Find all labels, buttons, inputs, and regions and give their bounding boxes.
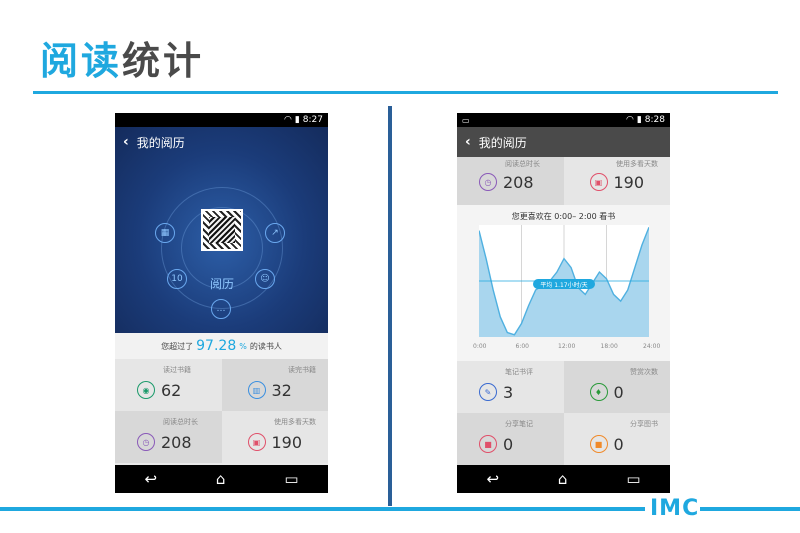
signal-icon: ▮ (636, 115, 642, 125)
stat-days-used[interactable]: 使用多看天数 ▣ 190 (563, 157, 670, 205)
stat-reading-time[interactable]: 阅读总时长 ◷ 208 (115, 411, 222, 463)
eye-icon: ◉ (137, 381, 155, 399)
app-bar: ‹ 我的阅历 (115, 127, 328, 157)
status-time: 8:27 (302, 115, 323, 125)
share-book-icon: ■ (589, 435, 608, 453)
stat-likes[interactable]: 赞赏次数 ♦ 0 (563, 361, 670, 413)
stat-share-notes[interactable]: 分享笔记 ■ 0 (457, 413, 564, 465)
android-nav-bar: ↩ ⌂ ▭ (457, 465, 670, 493)
phone-screenshot-right: ▭ ◠ ▮ 8:28 ‹ 我的阅历 阅读总时长 ◷ 208 使用多看天数 ▣ 1… (457, 113, 670, 493)
back-icon[interactable]: ‹ (123, 134, 129, 150)
vertical-divider (388, 106, 392, 506)
phone-screenshot-left: ◠ ▮ 8:27 ‹ 我的阅历 阅历 ▦ ↗ 10 ☺ … 您超过了 97.28… (115, 113, 328, 493)
stat-label: 赞赏次数 (630, 368, 658, 376)
status-bar: ▭ ◠ ▮ 8:28 (457, 113, 670, 127)
android-nav-bar: ↩ ⌂ ▭ (115, 465, 328, 493)
percent-prefix: 您超过了 (161, 341, 194, 351)
stat-share-books[interactable]: 分享图书 ■ 0 (563, 413, 670, 465)
wifi-icon: ◠ (283, 115, 292, 125)
x-tick-label: 0:00 (473, 343, 487, 350)
stat-label: 笔记书评 (505, 368, 533, 376)
signal-icon: ▮ (294, 115, 300, 125)
footer-rule-left (0, 507, 645, 511)
slide-title-rest: 统计 (122, 39, 205, 83)
stat-label: 读完书籍 (288, 366, 316, 374)
stat-value: 0 (503, 435, 514, 454)
app-bar-title: 我的阅历 (136, 135, 185, 150)
stat-value: 0 (613, 435, 624, 454)
percent-unit: % (239, 341, 247, 351)
stat-value: 32 (271, 381, 292, 400)
stats-grid: 读过书籍 ◉ 62 读完书籍 ▥ 32 阅读总时长 ◷ 208 使用多看天数 ▣… (115, 359, 328, 463)
stat-value: 3 (503, 383, 514, 402)
nav-recents-icon[interactable]: ▭ (284, 470, 298, 488)
back-icon[interactable]: ‹ (465, 134, 471, 150)
slide-title-highlight: 阅读 (40, 39, 123, 83)
clock-icon: ◷ (137, 433, 155, 451)
stat-books-read[interactable]: 读过书籍 ◉ 62 (115, 359, 222, 411)
number-orb-icon[interactable]: 10 (167, 269, 187, 289)
stat-value: 208 (161, 433, 192, 452)
chart-highlight-pill: 平均 1.17小时/天 (533, 279, 595, 289)
stat-label: 分享笔记 (505, 420, 533, 428)
wifi-icon: ◠ (625, 115, 634, 125)
stat-value: 0 (613, 383, 624, 402)
status-time: 8:28 (644, 115, 665, 125)
stat-value: 190 (613, 173, 645, 192)
share-note-icon: ■ (479, 435, 497, 453)
x-tick-label: 12:00 (558, 343, 576, 350)
stat-label: 阅读总时长 (505, 160, 540, 168)
nav-recents-icon[interactable]: ▭ (626, 470, 640, 488)
chart-caption: 您更喜欢在 0:00– 2:00 看书 (511, 212, 616, 221)
notification-icon: ▭ (462, 115, 470, 125)
x-tick-label: 6:00 (515, 343, 529, 350)
stat-notes[interactable]: 笔记书评 ✎ 3 (457, 361, 564, 413)
footer-rule-right (700, 507, 800, 511)
slide-title: 阅读统计 (40, 30, 204, 85)
stat-value: 62 (161, 381, 182, 400)
nav-back-icon[interactable]: ↩ (486, 470, 499, 488)
stat-label: 分享图书 (630, 420, 658, 428)
more-orb-icon[interactable]: … (211, 299, 231, 319)
book-icon: ▥ (247, 381, 266, 399)
stat-books-finished[interactable]: 读完书籍 ▥ 32 (221, 359, 328, 411)
nav-home-icon[interactable]: ⌂ (558, 470, 568, 488)
nav-back-icon[interactable]: ↩ (144, 470, 157, 488)
reading-time-chart: 您更喜欢在 0:00– 2:00 看书 平均 1.17小时/天 0:00 6:00… (457, 205, 670, 361)
stat-value: 208 (503, 173, 534, 192)
smile-orb-icon[interactable]: ☺ (255, 269, 275, 289)
app-bar: ‹ 我的阅历 (457, 127, 670, 157)
bottom-stats-grid: 笔记书评 ✎ 3 赞赏次数 ♦ 0 分享笔记 ■ 0 分享图书 ■ 0 (457, 361, 670, 465)
stat-label: 读过书籍 (163, 366, 191, 374)
stat-reading-time[interactable]: 阅读总时长 ◷ 208 (457, 157, 564, 205)
imc-logo: IMC (650, 496, 700, 521)
calendar-icon: ▣ (247, 433, 266, 451)
stat-label: 使用多看天数 (616, 160, 658, 168)
hero-label: 阅历 (210, 277, 235, 291)
reading-hero: ‹ 我的阅历 阅历 ▦ ↗ 10 ☺ … (115, 127, 328, 333)
stat-value: 190 (271, 433, 303, 452)
share-orb-icon[interactable]: ↗ (265, 223, 285, 243)
percent-value: 97.28 (196, 338, 237, 354)
app-bar-title: 我的阅历 (478, 135, 527, 150)
x-tick-label: 18:00 (600, 343, 618, 350)
x-tick-label: 24:00 (643, 343, 661, 350)
status-bar: ◠ ▮ 8:27 (115, 113, 328, 127)
thumbs-up-icon: ♦ (589, 383, 608, 401)
top-stats-grid: 阅读总时长 ◷ 208 使用多看天数 ▣ 190 (457, 157, 670, 205)
stat-days-used[interactable]: 使用多看天数 ▣ 190 (221, 411, 328, 463)
clock-icon: ◷ (479, 173, 497, 191)
calendar-orb-icon[interactable]: ▦ (155, 223, 175, 243)
pen-icon: ✎ (479, 383, 497, 401)
stat-label: 阅读总时长 (163, 418, 198, 426)
nav-home-icon[interactable]: ⌂ (216, 470, 226, 488)
percent-suffix: 的读书人 (249, 341, 282, 351)
percent-summary: 您超过了 97.28 % 的读书人 (115, 333, 328, 359)
qr-code-avatar[interactable] (201, 209, 243, 251)
title-rule (33, 91, 778, 94)
stat-label: 使用多看天数 (274, 418, 316, 426)
calendar-icon: ▣ (589, 173, 608, 191)
